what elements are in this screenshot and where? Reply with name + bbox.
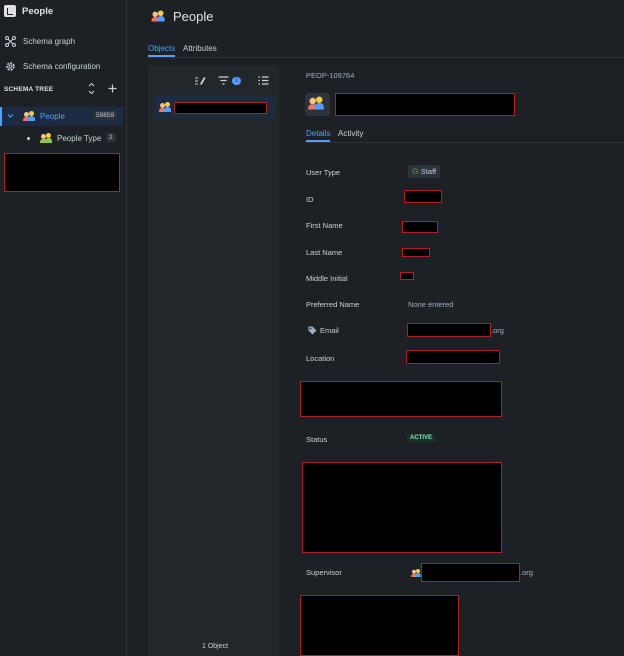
person-object-icon <box>159 102 171 112</box>
supervisor-suffix: .org <box>520 568 533 577</box>
user-type-label: User Type <box>306 168 341 177</box>
gear-icon <box>6 62 15 71</box>
tab-activity[interactable]: Activity <box>338 129 363 138</box>
status-label: Status <box>306 435 328 444</box>
filter-count-badge: 1 <box>232 77 241 85</box>
email-suffix: .org <box>491 326 504 335</box>
detail-tabs-divider <box>306 142 624 143</box>
redacted-block <box>300 381 502 417</box>
redacted-block <box>4 153 120 192</box>
list-item[interactable] <box>154 96 274 118</box>
people-object-icon <box>23 111 35 121</box>
supervisor-label: Supervisor <box>306 568 342 577</box>
page-title: People <box>173 9 214 24</box>
redacted-object-title <box>335 93 515 116</box>
tab-objects[interactable]: Objects <box>148 44 175 53</box>
tree-item-people-label: People <box>40 112 65 121</box>
preferred-name-label: Preferred Name <box>306 300 360 309</box>
middle-initial-label: Middle Initial <box>306 274 348 283</box>
nav-schema-configuration-label: Schema configuration <box>23 62 101 71</box>
people-type-object-icon <box>40 133 52 143</box>
app-title: People <box>22 6 54 17</box>
filter-icon[interactable] <box>218 76 229 85</box>
supervisor-person-icon <box>411 569 421 577</box>
sidebar: People Schema graph Schema configuration… <box>0 0 127 656</box>
tab-details[interactable]: Details <box>306 129 330 138</box>
list-view-icon[interactable] <box>258 76 269 85</box>
edit-list-icon[interactable] <box>194 75 206 86</box>
last-name-label: Last Name <box>306 248 343 257</box>
person-avatar-icon <box>308 96 324 110</box>
tag-icon <box>308 326 317 335</box>
redacted-object-name <box>174 102 267 114</box>
first-name-label: First Name <box>306 221 343 230</box>
id-label: ID <box>306 195 314 204</box>
tree-item-people-type-count: 2 <box>106 133 116 142</box>
redacted-first-name-value <box>402 221 438 233</box>
page-people-icon <box>151 10 165 22</box>
tree-bullet-icon <box>27 137 30 140</box>
tree-item-people-type-label: People Type <box>57 134 102 143</box>
object-list-panel <box>148 66 279 656</box>
redacted-middle-initial-value <box>400 272 414 280</box>
redacted-email-value <box>407 323 491 337</box>
chevron-down-icon[interactable] <box>7 113 14 119</box>
app-logo-icon <box>4 5 16 17</box>
object-count-footer: 1 Object <box>202 643 229 650</box>
redacted-supervisor-value[interactable] <box>421 563 520 582</box>
tabs-divider <box>148 57 624 58</box>
redacted-id-value <box>404 190 442 203</box>
status-badge: ACTIVE <box>407 434 436 442</box>
nav-schema-graph-label: Schema graph <box>23 37 76 46</box>
staff-icon: ⚇ <box>412 167 419 176</box>
tab-attributes[interactable]: Attributes <box>183 44 217 53</box>
schema-graph-icon <box>5 36 16 47</box>
nav-schema-configuration[interactable]: Schema configuration <box>0 58 123 74</box>
user-type-chip[interactable]: ⚇ Staff <box>408 165 441 178</box>
email-label: Email <box>320 326 339 335</box>
redacted-last-name-value <box>402 248 430 257</box>
user-type-value: Staff <box>420 167 437 176</box>
tree-item-people-count: 59859 <box>93 111 118 120</box>
redacted-block <box>302 462 502 553</box>
location-label: Location <box>306 354 335 363</box>
tree-item-people-type[interactable]: People Type 2 <box>0 129 123 147</box>
redacted-location-value <box>406 350 500 364</box>
redacted-block <box>300 595 459 656</box>
add-icon[interactable] <box>108 84 117 93</box>
object-avatar <box>305 93 330 116</box>
preferred-name-value: None entered <box>408 300 454 309</box>
schema-tree-heading: SCHEMA TREE <box>4 86 54 93</box>
object-key: PEOP-109764 <box>306 71 355 80</box>
tree-item-people[interactable]: People 59859 <box>0 107 123 126</box>
nav-schema-graph[interactable]: Schema graph <box>0 33 123 49</box>
collapse-all-icon[interactable] <box>88 83 95 94</box>
